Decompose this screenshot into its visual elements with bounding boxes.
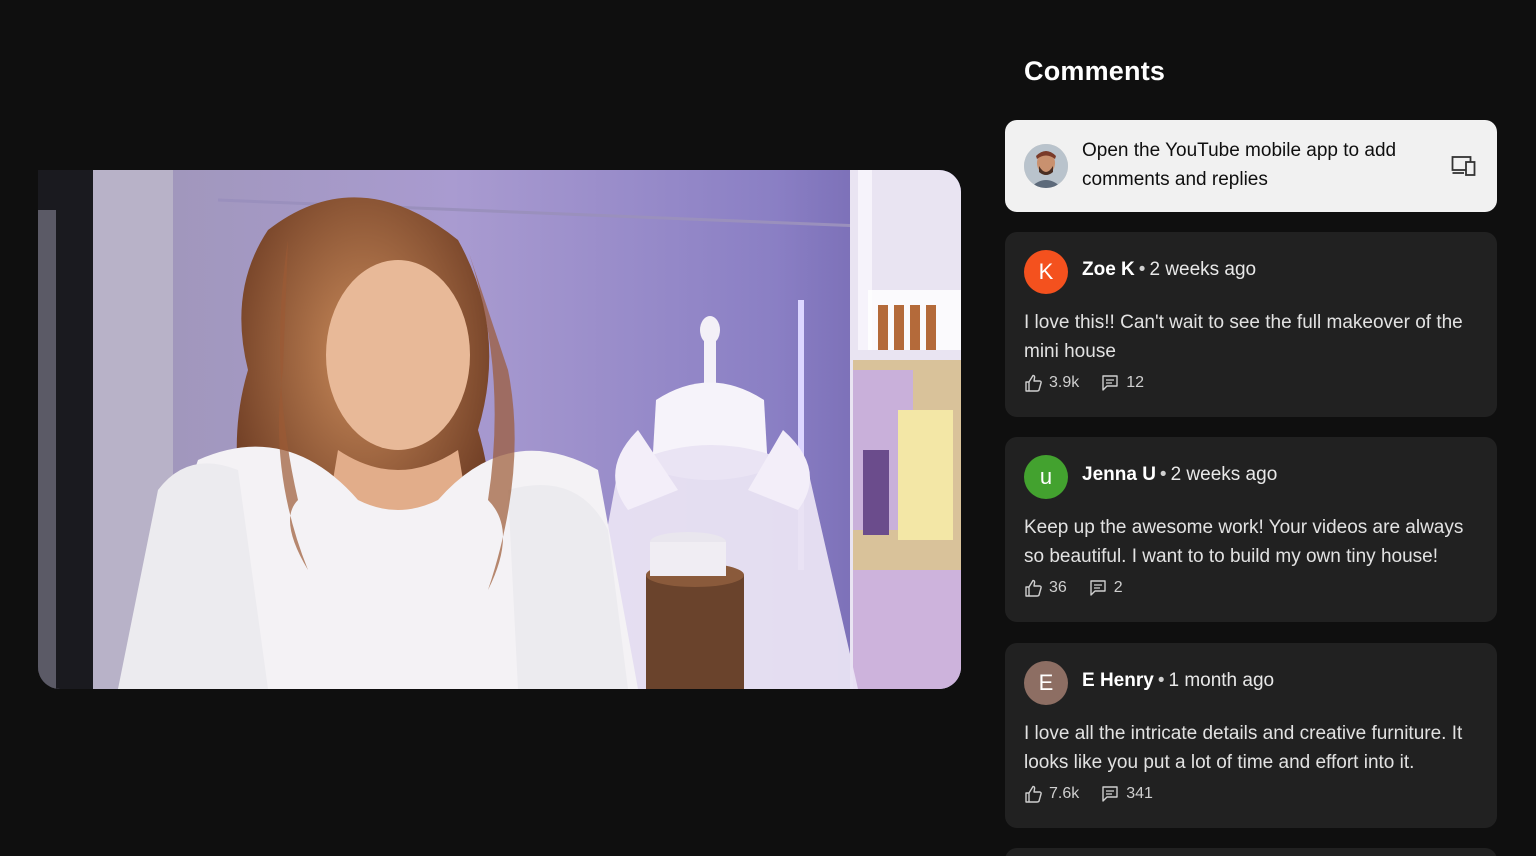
like-count-text: 7.6k [1049, 785, 1080, 802]
comment-card[interactable]: E E Henry • 1 month ago I love all the int… [1005, 643, 1497, 828]
devices-icon [1451, 154, 1477, 178]
reply-count-text: 341 [1126, 785, 1153, 802]
user-avatar [1024, 144, 1068, 188]
reply-count-text: 2 [1113, 579, 1123, 596]
comment-author: Jenna U [1082, 464, 1156, 485]
comment-time: 2 weeks ago [1170, 464, 1278, 485]
comment-actions: 36 2 [1024, 579, 1145, 597]
thumb-up-icon [1025, 579, 1042, 597]
mobile-app-notice[interactable]: Open the YouTube mobile app to add comme… [1005, 120, 1497, 212]
comment-actions: 7.6k 341 [1024, 785, 1175, 803]
mobile-app-notice-text: Open the YouTube mobile app to add comme… [1082, 140, 1397, 190]
comment-time: 2 weeks ago [1149, 259, 1257, 280]
like-count-text: 3.9k [1049, 374, 1080, 391]
comment-author: Zoe K [1082, 259, 1135, 280]
comments-title: Comments [1024, 56, 1166, 86]
comment-meta: Zoe K • 2 weeks ago [1082, 259, 1256, 281]
like-count: 36 [1024, 579, 1067, 597]
reply-count: 12 [1101, 374, 1144, 392]
comment-avatar: E [1024, 661, 1068, 705]
comment-avatar: K [1024, 250, 1068, 294]
comment-card[interactable]: K Zoe K • 2 weeks ago I love this!! Can't … [1005, 232, 1497, 417]
like-count: 3.9k [1024, 374, 1079, 392]
comment-text: Keep up the awesome work! Your videos ar… [1024, 517, 1464, 567]
comment-icon [1102, 786, 1118, 802]
comment-meta: Jenna U • 2 weeks ago [1082, 464, 1277, 486]
meta-separator: • [1157, 670, 1165, 691]
comment-avatar: u [1024, 455, 1068, 499]
comment-card[interactable]: u Jenna U • 2 weeks ago Keep up the awesom… [1005, 437, 1497, 622]
like-count-text: 36 [1049, 579, 1067, 596]
video-player[interactable] [38, 170, 961, 689]
meta-separator: • [1138, 259, 1146, 280]
tv-watch-page: Comments Open the YouTube mobile app to … [0, 0, 1536, 856]
comment-icon [1102, 375, 1118, 391]
reply-count-text: 12 [1126, 374, 1145, 391]
video-frame [38, 170, 961, 689]
comment-meta: E Henry • 1 month ago [1082, 670, 1274, 692]
comment-text: I love all the intricate details and cre… [1024, 723, 1463, 773]
comment-icon [1090, 580, 1106, 596]
comment-time: 1 month ago [1168, 670, 1275, 691]
comment-author: E Henry [1082, 670, 1154, 691]
like-count: 7.6k [1024, 785, 1079, 803]
comment-card-next[interactable] [1005, 848, 1497, 856]
meta-separator: • [1159, 464, 1167, 485]
thumb-up-icon [1025, 785, 1042, 803]
reply-count: 2 [1089, 579, 1123, 597]
comment-text: I love this!! Can't wait to see the full… [1024, 312, 1463, 362]
reply-count: 341 [1101, 785, 1153, 803]
thumb-up-icon [1025, 374, 1042, 392]
comment-actions: 3.9k 12 [1024, 374, 1166, 392]
